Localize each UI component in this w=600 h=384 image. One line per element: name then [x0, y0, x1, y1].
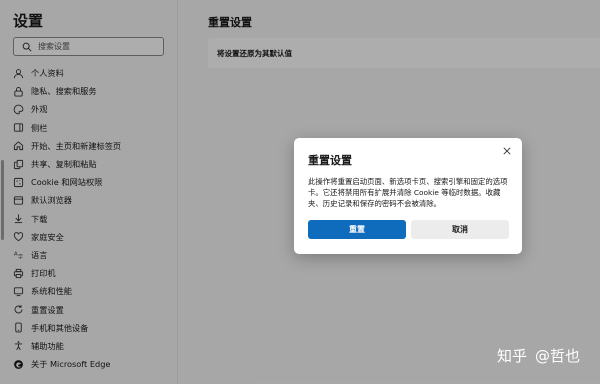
dialog-message: 此操作将重置启动页面、新选项卡页、搜索引擎和固定的选项卡。它还将禁用所有扩展并清… [308, 177, 508, 208]
reset-settings-dialog: 重置设置 此操作将重置启动页面、新选项卡页、搜索引擎和固定的选项卡。它还将禁用所… [294, 138, 522, 254]
dialog-title: 重置设置 [308, 154, 352, 167]
watermark: 知乎 @哲也 [497, 345, 588, 366]
watermark-author: @哲也 [534, 347, 580, 365]
watermark-site: 知乎 [496, 347, 527, 365]
close-button[interactable] [500, 144, 514, 158]
cancel-button[interactable]: 取消 [411, 220, 509, 239]
reset-button[interactable]: 重置 [308, 220, 406, 239]
close-icon [503, 147, 511, 155]
